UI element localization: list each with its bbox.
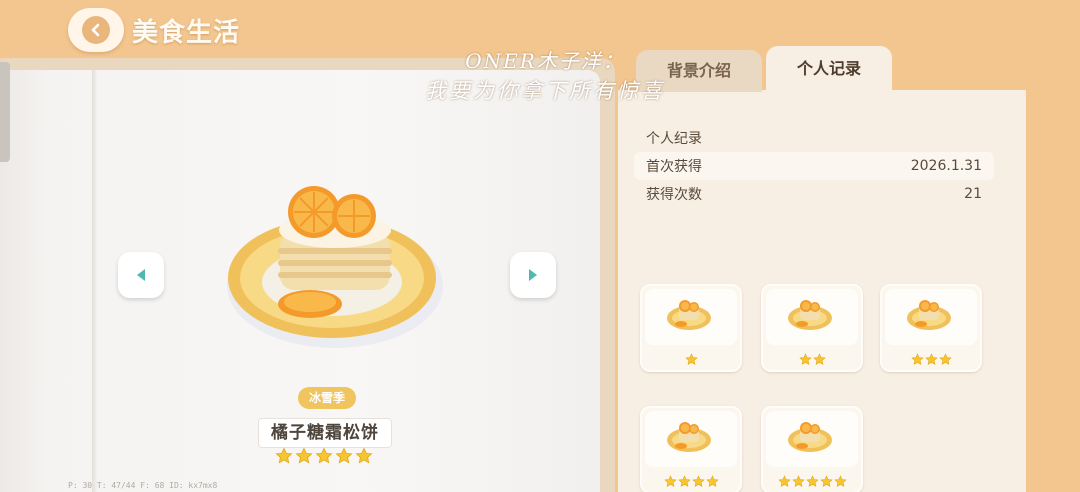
record-value: 2026.1.31 bbox=[910, 158, 982, 174]
variant-stars bbox=[882, 353, 980, 366]
star-icon bbox=[819, 475, 833, 487]
star-icon bbox=[938, 353, 952, 365]
food-rating bbox=[275, 447, 373, 465]
watermark-line-1: ONER木子洋： bbox=[465, 49, 625, 73]
watermark-line-2: 我要为你拿下所有惊喜 bbox=[425, 79, 665, 103]
star-icon bbox=[295, 447, 313, 464]
star-icon bbox=[924, 353, 938, 365]
variant-card-4-star[interactable] bbox=[640, 406, 742, 492]
star-icon bbox=[335, 447, 353, 464]
star-icon bbox=[805, 475, 819, 487]
variant-card-5-star[interactable] bbox=[761, 406, 863, 492]
side-handle[interactable] bbox=[0, 62, 10, 162]
record-label: 首次获得 bbox=[646, 159, 702, 175]
star-icon bbox=[798, 353, 812, 365]
star-icon bbox=[791, 475, 805, 487]
star-icon bbox=[677, 475, 691, 487]
chevron-left-icon bbox=[82, 16, 110, 44]
arrow-left-icon bbox=[137, 269, 145, 281]
variant-card-1-star[interactable] bbox=[640, 284, 742, 372]
record-value: 21 bbox=[964, 186, 982, 202]
star-icon bbox=[812, 353, 826, 365]
variant-card-2-star[interactable] bbox=[761, 284, 863, 372]
variant-food-image bbox=[907, 300, 951, 330]
variant-stars bbox=[642, 353, 740, 366]
previous-food-button[interactable] bbox=[118, 252, 164, 298]
page-title: 美食生活 bbox=[132, 18, 241, 48]
record-label: 获得次数 bbox=[646, 187, 702, 203]
debug-overlay: P: 30 T: 47/44 F: 68 ID: kx7mx8 bbox=[68, 481, 218, 490]
variant-food-image bbox=[788, 422, 832, 452]
variant-stars bbox=[763, 353, 861, 366]
star-icon bbox=[684, 353, 698, 365]
tab-personal-record[interactable]: 个人记录 bbox=[766, 46, 892, 92]
star-icon bbox=[355, 447, 373, 464]
record-row-first-obtained: 首次获得 2026.1.31 bbox=[634, 152, 994, 180]
star-icon bbox=[691, 475, 705, 487]
star-icon bbox=[705, 475, 719, 487]
variant-food-image bbox=[667, 422, 711, 452]
orange-pancake-image bbox=[227, 186, 443, 348]
record-row-obtain-count: 获得次数 21 bbox=[634, 180, 994, 208]
record-section-title: 个人纪录 bbox=[646, 131, 702, 147]
star-icon bbox=[833, 475, 847, 487]
variant-food-image bbox=[788, 300, 832, 330]
back-button[interactable] bbox=[68, 8, 124, 52]
star-icon bbox=[275, 447, 293, 464]
arrow-right-icon bbox=[529, 269, 537, 281]
star-icon bbox=[315, 447, 333, 464]
variant-stars bbox=[763, 475, 861, 488]
variant-card-3-star[interactable] bbox=[880, 284, 982, 372]
variant-food-image bbox=[667, 300, 711, 330]
star-icon bbox=[777, 475, 791, 487]
star-icon bbox=[663, 475, 677, 487]
season-badge: 冰雪季 bbox=[298, 387, 356, 409]
book-spine bbox=[92, 70, 98, 492]
variant-stars bbox=[642, 475, 740, 488]
next-food-button[interactable] bbox=[510, 252, 556, 298]
food-name: 橘子糖霜松饼 bbox=[258, 418, 392, 448]
watermark: ONER木子洋： 我要为你拿下所有惊喜 bbox=[410, 46, 680, 106]
star-icon bbox=[910, 353, 924, 365]
